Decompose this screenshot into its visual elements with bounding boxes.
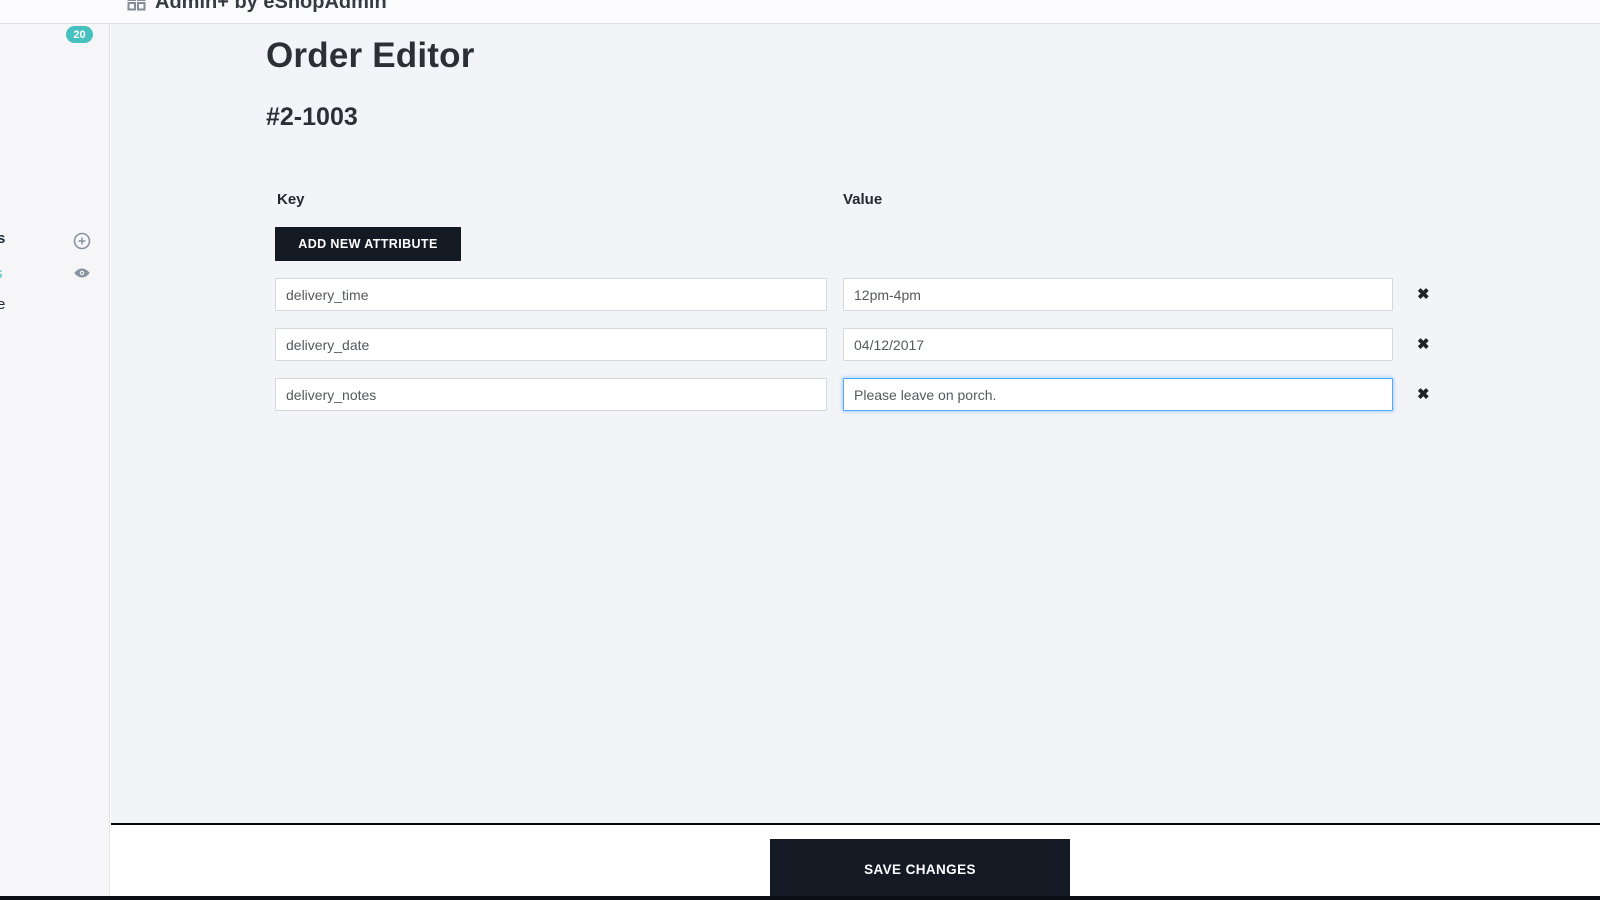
attribute-key-input[interactable] <box>275 378 827 411</box>
add-new-attribute-button[interactable]: ADD NEW ATTRIBUTE <box>275 227 461 261</box>
attribute-row: ✖ <box>275 278 1600 311</box>
attribute-key-input[interactable] <box>275 328 827 361</box>
remove-attribute-icon[interactable]: ✖ <box>1417 287 1430 302</box>
eye-icon[interactable] <box>73 264 91 287</box>
remove-attribute-icon[interactable]: ✖ <box>1417 337 1430 352</box>
remove-attribute-icon[interactable]: ✖ <box>1417 387 1430 402</box>
bottom-border-bar <box>0 896 1600 900</box>
footer-bar: SAVE CHANGES <box>111 825 1600 900</box>
top-bar: Admin+ by eShopAdmin <box>0 0 1600 24</box>
attribute-value-input[interactable] <box>843 278 1393 311</box>
attribute-row: ✖ <box>275 378 1600 411</box>
app-grid-icon <box>127 0 146 16</box>
order-number: #2-1003 <box>266 103 358 131</box>
attribute-value-input[interactable] <box>843 328 1393 361</box>
sidebar-count-badge: 20 <box>66 26 93 43</box>
sidebar-item-cut-text[interactable]: s <box>0 230 5 247</box>
plus-circle-icon[interactable] <box>73 232 91 255</box>
value-column-header: Value <box>843 191 883 208</box>
attribute-row: ✖ <box>275 328 1600 361</box>
app-title: Admin+ by eShopAdmin <box>155 0 387 13</box>
sidebar-item-cut-text[interactable]: e <box>0 296 5 313</box>
attribute-value-input[interactable] <box>843 378 1393 411</box>
sidebar: 20 s s e <box>0 24 110 900</box>
sidebar-item-cut-text[interactable]: s <box>0 265 3 282</box>
key-column-header: Key <box>277 191 305 208</box>
save-changes-button[interactable]: SAVE CHANGES <box>770 839 1070 900</box>
attribute-key-input[interactable] <box>275 278 827 311</box>
order-editor-content: Order Editor #2-1003 Key Value ADD NEW A… <box>111 24 1600 823</box>
main-panel: Order Editor #2-1003 Key Value ADD NEW A… <box>111 24 1600 900</box>
attribute-rows: ✖ ✖ ✖ <box>275 278 1600 428</box>
page-title: Order Editor <box>266 36 475 75</box>
